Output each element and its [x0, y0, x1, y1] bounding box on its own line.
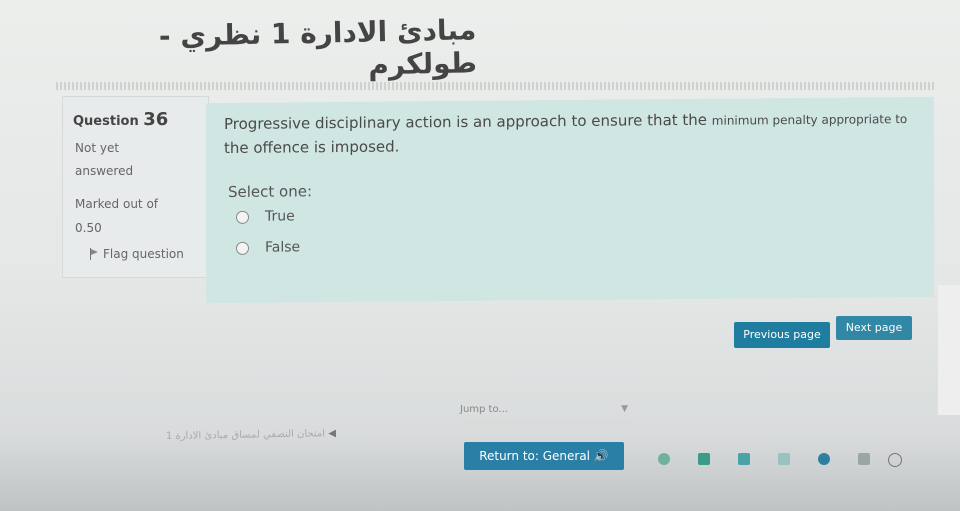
app-icon[interactable] — [818, 453, 830, 465]
side-edge — [938, 285, 960, 415]
return-label: Return to: General — [479, 449, 591, 463]
marks-line-1: Marked out of — [75, 197, 159, 211]
question-number: Question 36 — [73, 109, 168, 130]
status-line-1: Not yet — [75, 141, 120, 155]
app-icon[interactable] — [888, 453, 902, 467]
divider — [56, 82, 936, 90]
question-number-value: 36 — [143, 109, 169, 130]
jump-to-select[interactable]: Jump to... ▼ — [460, 404, 636, 423]
return-to-general-button[interactable]: Return to: General 🔊 — [464, 442, 624, 470]
question-text-small: minimum penalty appropriate to — [711, 112, 908, 128]
previous-activity-label: امتحان النصفي لمساق مبادئ الادارة 1 — [165, 428, 326, 443]
app-icon[interactable] — [698, 453, 710, 465]
jump-to-placeholder: Jump to... — [460, 404, 508, 415]
taskbar-icons — [640, 445, 920, 475]
question-text: Progressive disciplinary action is an ap… — [224, 107, 914, 160]
app-icon[interactable] — [858, 453, 870, 465]
flag-question-label: Flag question — [103, 247, 184, 261]
option-true[interactable]: True — [236, 208, 295, 225]
question-panel: Progressive disciplinary action is an ap… — [206, 96, 934, 304]
speaker-icon: 🔊 — [593, 449, 609, 463]
radio-false[interactable] — [236, 241, 249, 255]
flag-question-link[interactable]: Flag question — [89, 247, 184, 261]
radio-true[interactable] — [236, 210, 249, 224]
course-title: مبادئ الادارة 1 نظري - طولكرم — [158, 13, 478, 82]
previous-page-button[interactable]: Previous page — [734, 322, 830, 348]
previous-activity-link[interactable]: ◀ امتحان النصفي لمساق مبادئ الادارة 1 — [116, 428, 336, 443]
select-one-prompt: Select one: — [228, 182, 313, 201]
app-icon[interactable] — [738, 453, 750, 465]
option-false[interactable]: False — [236, 239, 300, 256]
question-text-line2: the offence is imposed. — [224, 137, 400, 158]
status-line-2: answered — [75, 164, 134, 178]
option-true-label: True — [265, 208, 295, 225]
arrow-left-icon: ◀ — [328, 428, 337, 440]
next-page-button[interactable]: Next page — [836, 316, 912, 340]
marks-line-2: 0.50 — [75, 221, 102, 235]
question-label: Question — [73, 114, 139, 129]
chevron-down-icon: ▼ — [621, 404, 628, 414]
flag-icon — [89, 248, 99, 260]
option-false-label: False — [265, 239, 301, 256]
app-icon[interactable] — [778, 453, 790, 465]
question-info-panel: Question 36 Not yet answered Marked out … — [62, 96, 209, 278]
app-icon[interactable] — [658, 453, 670, 465]
question-text-part1: Progressive disciplinary action is an ap… — [224, 110, 712, 134]
